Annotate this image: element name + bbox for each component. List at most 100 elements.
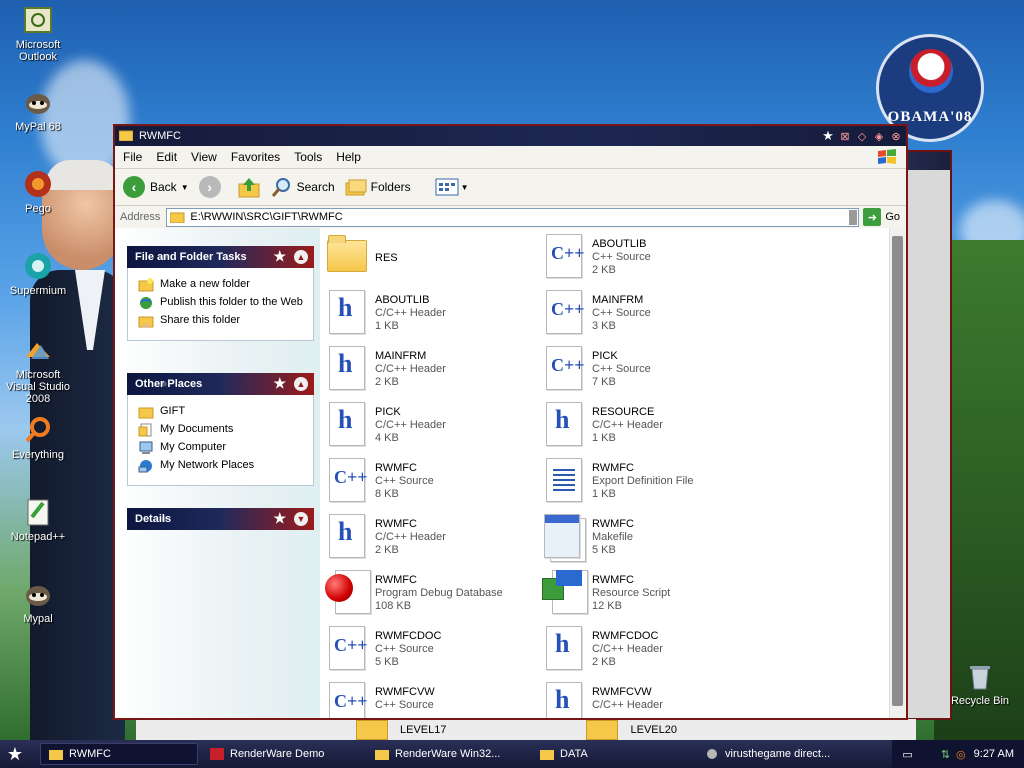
chevron-down-icon[interactable]: ▼: [294, 512, 308, 526]
file-item[interactable]: C++ RWMFC C++ Source 8 KB: [325, 458, 525, 510]
views-button[interactable]: ▼: [435, 178, 469, 196]
panel-header[interactable]: Details ★ ▼: [127, 508, 314, 530]
minimize-button[interactable]: ⊠: [838, 129, 852, 143]
file-item[interactable]: RWMFC Export Definition File 1 KB: [542, 458, 742, 510]
file-name: RWMFC: [375, 574, 417, 586]
behind-folder-item[interactable]: LEVEL20: [586, 719, 677, 740]
behind-folder-label: LEVEL17: [400, 723, 447, 736]
desktop-icon-pego[interactable]: Pego: [0, 168, 76, 215]
restore-button[interactable]: ◈: [872, 129, 886, 143]
search-icon: [271, 178, 290, 197]
file-type: C/C++ Header: [592, 699, 663, 711]
file-item[interactable]: RWMFC Resource Script 12 KB: [542, 570, 742, 622]
file-meta: RWMFC C++ Source 8 KB: [375, 458, 434, 501]
file-item[interactable]: C++ RWMFCVW C++ Source: [325, 682, 525, 718]
panel-header[interactable]: File and Folder Tasks ★ ▲: [127, 246, 314, 268]
file-size: 7 KB: [592, 376, 616, 388]
file-item[interactable]: C++ ABOUTLIB C++ Source 2 KB: [542, 234, 742, 286]
file-item[interactable]: RES: [325, 234, 525, 286]
chevron-up-icon[interactable]: ▲: [294, 250, 308, 264]
place-link-network[interactable]: My Network Places: [138, 459, 305, 473]
go-arrow-icon: ➜: [863, 208, 882, 226]
network-icon[interactable]: ⇅: [941, 748, 950, 761]
taskbar-item-label: DATA: [560, 748, 588, 760]
file-item[interactable]: h RWMFCVW C/C++ Header: [542, 682, 742, 718]
desktop-icon-label: Everything: [12, 449, 64, 461]
desktop-icon-mypal68[interactable]: MyPal 68: [0, 86, 76, 133]
menu-favorites[interactable]: Favorites: [231, 150, 280, 164]
file-item[interactable]: C++ PICK C++ Source 7 KB: [542, 346, 742, 398]
address-dropdown-button[interactable]: [849, 209, 858, 225]
desktop-icon-notepadpp[interactable]: Notepad++: [0, 496, 76, 543]
explorer-window[interactable]: RWMFC ★ ⊠ ◇ ◈ ⊗ File Edit View Favorites…: [113, 124, 908, 720]
desktop-icon-outlook[interactable]: Microsoft Outlook: [0, 4, 76, 63]
supermium-icon: [22, 250, 54, 282]
back-arrow-icon: ‹: [123, 176, 145, 198]
desktop-icon-everything[interactable]: Everything: [0, 414, 76, 461]
menu-file[interactable]: File: [123, 150, 142, 164]
up-folder-button[interactable]: [237, 176, 261, 198]
file-item[interactable]: h RWMFC C/C++ Header 2 KB: [325, 514, 525, 566]
file-item[interactable]: C++ RWMFCDOC C++ Source 5 KB: [325, 626, 525, 678]
task-link-publish[interactable]: Publish this folder to the Web: [138, 296, 305, 310]
menu-view[interactable]: View: [191, 150, 217, 164]
panel-header[interactable]: Other Places ★ ▲: [127, 373, 314, 395]
menu-help[interactable]: Help: [336, 150, 361, 164]
file-item[interactable]: RWMFC Makefile 5 KB: [542, 514, 742, 566]
desktop-icon-visual-studio[interactable]: Microsoft Visual Studio 2008: [0, 334, 76, 405]
vertical-scrollbar[interactable]: [889, 228, 906, 718]
chevron-up-icon[interactable]: ▲: [294, 377, 308, 391]
title-bar[interactable]: RWMFC ★ ⊠ ◇ ◈ ⊗: [115, 126, 906, 146]
file-meta: RWMFCDOC C/C++ Header 2 KB: [592, 626, 663, 669]
file-type: C++ Source: [375, 475, 434, 487]
scrollbar-thumb[interactable]: [892, 236, 903, 706]
search-button[interactable]: Search: [271, 176, 335, 198]
place-link-gift[interactable]: GIFT: [138, 405, 305, 419]
folder-icon: [375, 750, 389, 760]
clock[interactable]: 9:27 AM: [974, 748, 1014, 760]
taskbar-item-virusthegame[interactable]: virusthegame direct...: [697, 744, 873, 764]
desktop-icon-supermium[interactable]: Supermium: [0, 250, 76, 297]
forward-button[interactable]: ›: [198, 176, 221, 198]
file-meta: ABOUTLIB C++ Source 2 KB: [592, 234, 651, 277]
taskbar-item-data[interactable]: DATA: [532, 744, 693, 764]
task-link-share[interactable]: Share this folder: [138, 314, 305, 328]
back-button[interactable]: ‹ Back ▼: [123, 176, 189, 198]
maximize-button[interactable]: ◇: [855, 129, 869, 143]
menu-tools[interactable]: Tools: [294, 150, 322, 164]
file-item[interactable]: h RESOURCE C/C++ Header 1 KB: [542, 402, 742, 454]
file-name: RWMFC: [592, 462, 634, 474]
file-size: 2 KB: [375, 376, 399, 388]
close-button[interactable]: ⊗: [889, 129, 903, 143]
chevron-down-icon[interactable]: ▼: [181, 183, 189, 192]
file-type: Program Debug Database: [375, 587, 503, 599]
file-type: C++ Source: [375, 699, 434, 711]
file-type: C/C++ Header: [375, 419, 446, 431]
taskbar-item-rwmfc[interactable]: RWMFC: [40, 743, 198, 765]
keyboard-icon[interactable]: ▭: [902, 748, 912, 761]
file-item[interactable]: h PICK C/C++ Header 4 KB: [325, 402, 525, 454]
search-ring-icon[interactable]: ◎: [956, 748, 966, 761]
file-item[interactable]: C++ MAINFRM C++ Source 3 KB: [542, 290, 742, 342]
taskbar-item-renderware-demo[interactable]: RenderWare Demo: [202, 744, 363, 764]
menu-edit[interactable]: Edit: [156, 150, 177, 164]
place-link-my-documents[interactable]: My Documents: [138, 423, 305, 437]
start-button[interactable]: ★: [0, 744, 30, 765]
folders-button[interactable]: Folders: [345, 177, 411, 197]
file-meta: PICK C++ Source 7 KB: [592, 346, 651, 389]
folders-label: Folders: [370, 180, 411, 194]
file-item[interactable]: h RWMFCDOC C/C++ Header 2 KB: [542, 626, 742, 678]
file-item[interactable]: RWMFC Program Debug Database 108 KB: [325, 570, 525, 622]
place-link-my-computer[interactable]: My Computer: [138, 441, 305, 455]
chevron-down-icon[interactable]: ▼: [461, 183, 469, 192]
file-item[interactable]: h MAINFRM C/C++ Header 2 KB: [325, 346, 525, 398]
file-meta: RWMFCVW C/C++ Header: [592, 682, 663, 712]
task-link-new-folder[interactable]: Make a new folder: [138, 278, 305, 292]
file-item[interactable]: h ABOUTLIB C/C++ Header 1 KB: [325, 290, 525, 342]
behind-folder-item[interactable]: LEVEL17: [356, 719, 447, 740]
taskbar-item-renderware-win32[interactable]: RenderWare Win32...: [367, 744, 528, 764]
desktop-icon-mypal[interactable]: Mypal: [0, 578, 76, 625]
address-input[interactable]: E:\RWWIN\SRC\GIFT\RWMFC: [166, 207, 860, 227]
star-icon[interactable]: ★: [821, 128, 835, 143]
go-button[interactable]: ➜ Go: [863, 208, 900, 226]
